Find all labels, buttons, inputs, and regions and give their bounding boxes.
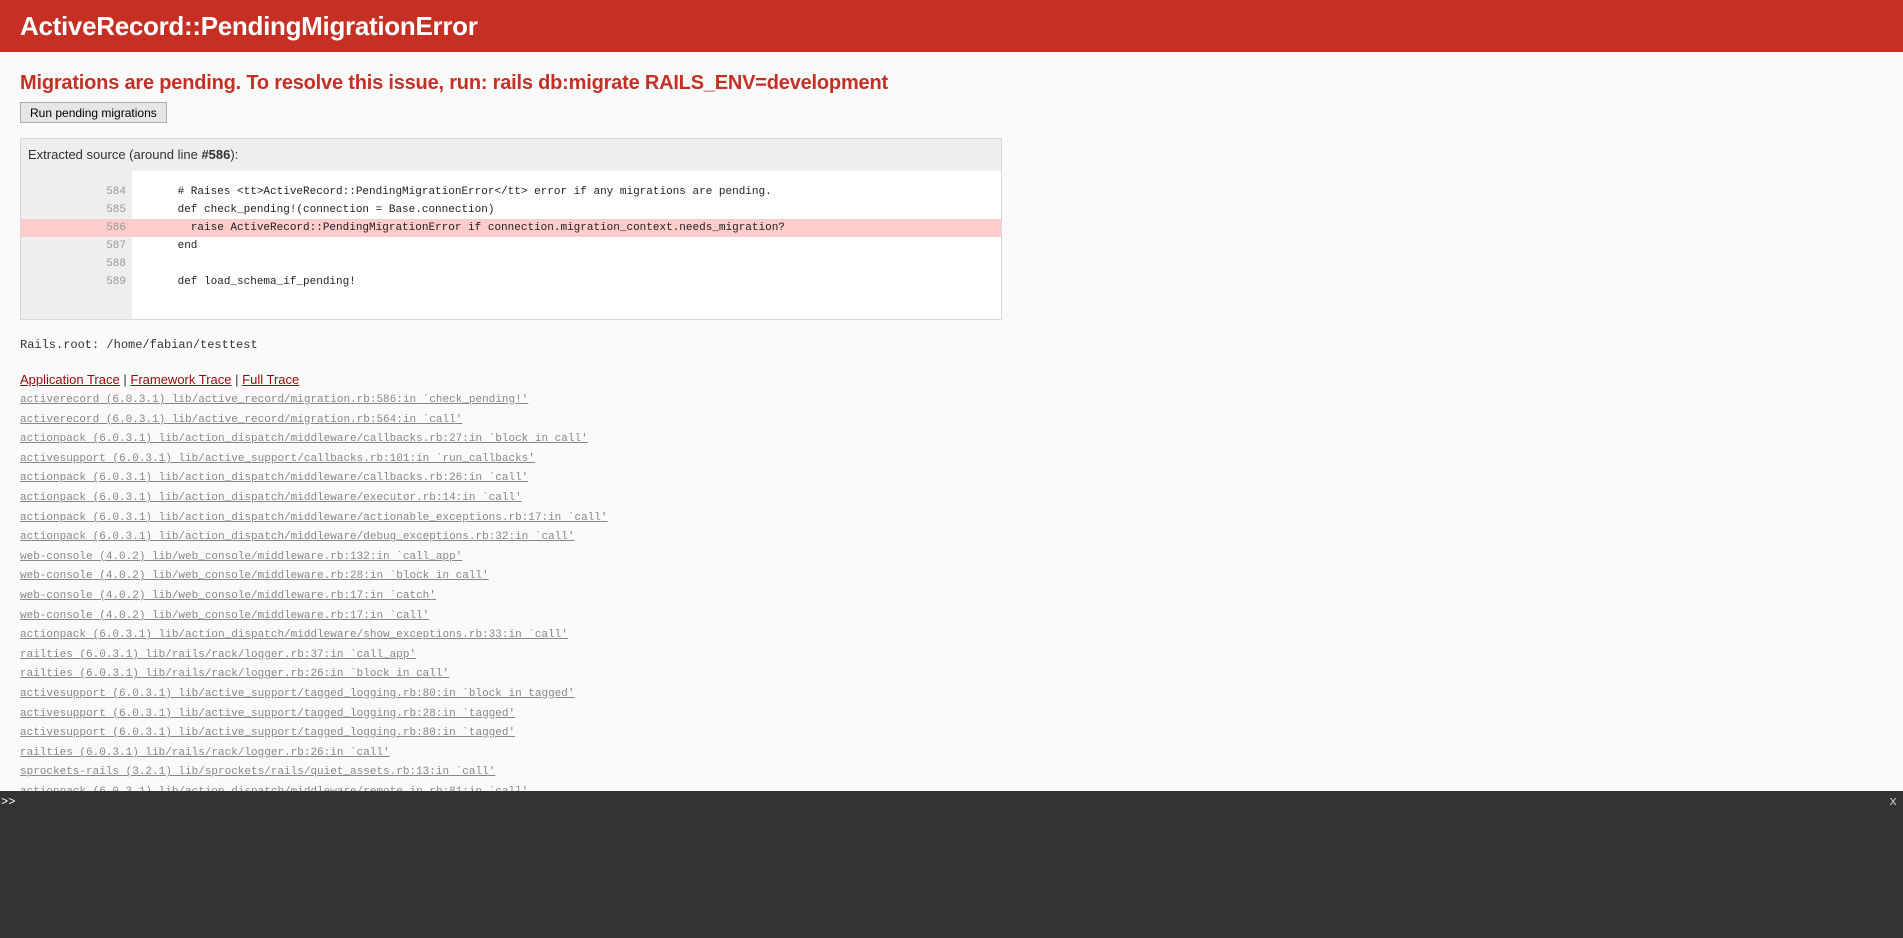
trace-item[interactable]: actionpack (6.0.3.1) lib/action_dispatch… xyxy=(20,626,568,646)
tab-application-trace[interactable]: Application Trace xyxy=(20,372,120,387)
trace-item[interactable]: actionpack (6.0.3.1) lib/action_dispatch… xyxy=(20,430,588,450)
source-body: 584 585 586 587 588 589 # Raises <tt>ActiveRe… xyxy=(21,171,1001,319)
trace-item[interactable]: activerecord (6.0.3.1) lib/active_record… xyxy=(20,391,528,411)
trace-item[interactable]: actionpack (6.0.3.1) lib/action_dispatch… xyxy=(20,509,608,529)
source-line: def load_schema_if_pending! xyxy=(138,276,356,288)
run-pending-migrations-button[interactable]: Run pending migrations xyxy=(20,102,167,123)
line-number: 589 xyxy=(106,276,126,288)
line-number: 586 xyxy=(21,219,132,237)
tab-separator: | xyxy=(235,372,239,387)
trace-item[interactable]: sprockets-rails (3.2.1) lib/sprockets/ra… xyxy=(20,763,495,783)
trace-item[interactable]: activesupport (6.0.3.1) lib/active_suppo… xyxy=(20,724,515,744)
trace-item[interactable]: web-console (4.0.2) lib/web_console/midd… xyxy=(20,587,436,607)
trace-item[interactable]: web-console (4.0.2) lib/web_console/midd… xyxy=(20,567,489,587)
line-number: 584 xyxy=(106,186,126,198)
trace-item[interactable]: railties (6.0.3.1) lib/rails/rack/logger… xyxy=(20,646,416,666)
trace-item[interactable]: actionpack (6.0.3.1) lib/action_dispatch… xyxy=(20,528,575,548)
trace-list: activerecord (6.0.3.1) lib/active_record… xyxy=(20,391,1883,802)
source-info-prefix: Extracted source (around line xyxy=(28,147,202,162)
trace-item[interactable]: actionpack (6.0.3.1) lib/action_dispatch… xyxy=(20,469,528,489)
error-message: Migrations are pending. To resolve this … xyxy=(20,72,888,94)
rails-root: Rails.root: /home/fabian/testtest xyxy=(20,338,258,352)
trace-item[interactable]: railties (6.0.3.1) lib/rails/rack/logger… xyxy=(20,665,449,685)
trace-item[interactable]: activesupport (6.0.3.1) lib/active_suppo… xyxy=(20,705,515,725)
trace-item[interactable]: activerecord (6.0.3.1) lib/active_record… xyxy=(20,411,462,431)
tab-framework-trace[interactable]: Framework Trace xyxy=(130,372,231,387)
trace-tabs: Application Trace | Framework Trace | Fu… xyxy=(20,372,1883,387)
line-number: 585 xyxy=(106,204,126,216)
source-line: end xyxy=(138,240,198,252)
console-prompt: >> xyxy=(1,795,16,809)
source-line xyxy=(132,255,1001,273)
source-info-suffix: ): xyxy=(230,147,239,162)
source-line: def check_pending!(connection = Base.con… xyxy=(138,204,495,216)
source-line: # Raises <tt>ActiveRecord::PendingMigrat… xyxy=(138,186,772,198)
line-number: 587 xyxy=(106,240,126,252)
close-icon[interactable]: x xyxy=(1889,794,1897,809)
error-title: ActiveRecord::PendingMigrationError xyxy=(20,11,478,41)
trace-item[interactable]: railties (6.0.3.1) lib/rails/rack/logger… xyxy=(20,744,390,764)
trace-item[interactable]: activesupport (6.0.3.1) lib/active_suppo… xyxy=(20,450,535,470)
trace-item[interactable]: web-console (4.0.2) lib/web_console/midd… xyxy=(20,607,429,627)
line-number: 588 xyxy=(106,258,126,270)
extracted-source: Extracted source (around line #586): 584… xyxy=(20,138,1002,320)
tab-full-trace[interactable]: Full Trace xyxy=(242,372,299,387)
trace-item[interactable]: web-console (4.0.2) lib/web_console/midd… xyxy=(20,548,462,568)
source-code: # Raises <tt>ActiveRecord::PendingMigrat… xyxy=(132,171,1001,319)
console-input[interactable] xyxy=(20,793,1873,813)
line-numbers: 584 585 586 587 588 589 xyxy=(21,171,132,319)
tab-separator: | xyxy=(123,372,127,387)
main-content: Migrations are pending. To resolve this … xyxy=(0,70,1903,802)
trace-item[interactable]: actionpack (6.0.3.1) lib/action_dispatch… xyxy=(20,489,522,509)
source-info-line: #586 xyxy=(201,147,231,162)
error-header: ActiveRecord::PendingMigrationError xyxy=(0,0,1903,52)
source-info: Extracted source (around line #586): xyxy=(21,139,1001,171)
source-line-highlighted: raise ActiveRecord::PendingMigrationErro… xyxy=(132,219,1001,237)
web-console: >> x xyxy=(0,791,1903,938)
trace-item[interactable]: activesupport (6.0.3.1) lib/active_suppo… xyxy=(20,685,575,705)
